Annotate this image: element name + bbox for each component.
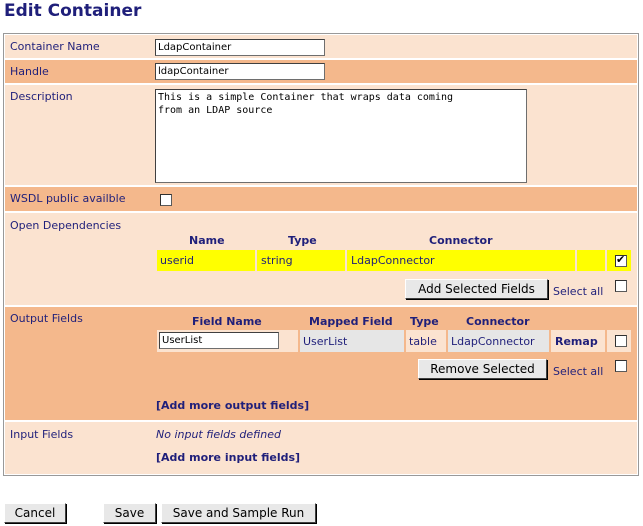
handle-input[interactable]: [155, 63, 325, 80]
save-button[interactable]: Save: [103, 503, 156, 523]
dep-header-connector: Connector: [429, 234, 493, 247]
out-header-field-name: Field Name: [192, 315, 262, 328]
container-name-input[interactable]: [155, 39, 325, 56]
wsdl-row: WSDL public availble: [5, 187, 637, 211]
add-more-output-fields-link[interactable]: [Add more output fields]: [156, 399, 309, 412]
output-fields-row: Output Fields Field Name Mapped Field Ty…: [5, 307, 637, 420]
wsdl-label: WSDL public availble: [10, 192, 126, 205]
handle-label: Handle: [10, 65, 49, 78]
dep-select-all-label: Select all: [553, 285, 604, 298]
handle-row: Handle: [5, 60, 637, 83]
open-dependencies-row: Open Dependencies Name Type Connector us…: [5, 213, 637, 305]
wsdl-checkbox[interactable]: [160, 194, 172, 206]
dep-cell-connector: LdapConnector: [351, 254, 435, 267]
remap-link[interactable]: Remap: [555, 335, 598, 348]
dep-header-name: Name: [189, 234, 225, 247]
input-fields-label: Input Fields: [10, 428, 74, 441]
dep-select-all-checkbox[interactable]: [615, 280, 627, 292]
remove-selected-button[interactable]: Remove Selected: [418, 359, 547, 379]
output-fields-label: Output Fields: [10, 312, 83, 325]
description-textarea[interactable]: [155, 89, 527, 183]
out-table-row: UserList table LdapConnector Remap: [157, 330, 631, 352]
add-selected-fields-button[interactable]: Add Selected Fields: [405, 279, 548, 299]
input-fields-row: Input Fields No input fields defined [Ad…: [5, 422, 637, 474]
out-select-all-checkbox[interactable]: [615, 360, 627, 372]
description-label: Description: [10, 90, 73, 103]
dep-row-checkbox[interactable]: [615, 253, 627, 267]
dep-table-row: userid string LdapConnector: [157, 250, 631, 271]
dep-cell-name: userid: [160, 254, 195, 267]
container-name-label: Container Name: [10, 40, 100, 53]
cancel-button[interactable]: Cancel: [4, 503, 66, 523]
out-cell-connector: LdapConnector: [451, 335, 535, 348]
description-row: Description: [5, 85, 637, 185]
open-dependencies-label: Open Dependencies: [10, 219, 122, 232]
save-and-sample-run-button[interactable]: Save and Sample Run: [161, 503, 316, 523]
out-cell-type: table: [409, 335, 437, 348]
container-name-row: Container Name: [5, 35, 637, 58]
edit-container-form: Container Name Handle Description WSDL p…: [3, 33, 639, 476]
dep-header-type: Type: [288, 234, 317, 247]
no-input-fields-text: No input fields defined: [156, 428, 281, 441]
out-header-connector: Connector: [466, 315, 530, 328]
out-header-type: Type: [410, 315, 439, 328]
dep-cell-type: string: [261, 254, 293, 267]
out-row-checkbox[interactable]: [615, 335, 627, 347]
out-header-mapped-field: Mapped Field: [309, 315, 393, 328]
add-more-input-fields-link[interactable]: [Add more input fields]: [156, 451, 300, 464]
output-field-name-input[interactable]: [159, 332, 279, 349]
out-cell-mapped-field: UserList: [303, 335, 348, 348]
out-select-all-label: Select all: [553, 365, 604, 378]
page-title: Edit Container: [4, 1, 142, 21]
